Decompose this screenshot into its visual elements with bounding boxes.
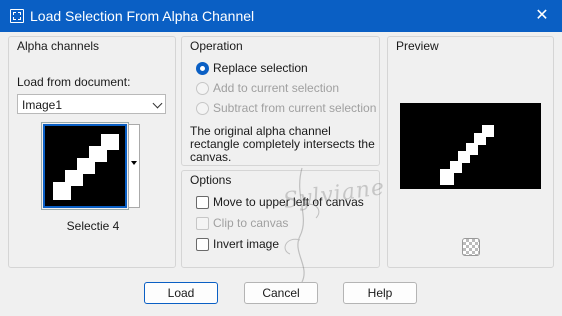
chevron-down-icon xyxy=(152,98,163,109)
operation-group: Operation Replace selection Add to curre… xyxy=(181,36,380,166)
add-to-selection-label: Add to current selection xyxy=(213,81,340,95)
channel-mask-image xyxy=(45,126,125,206)
title-bar: Load Selection From Alpha Channel ✕ xyxy=(0,0,562,32)
radio-button-checked[interactable] xyxy=(196,62,209,75)
checkerboard-icon[interactable] xyxy=(462,238,480,256)
document-dropdown[interactable]: Image1 xyxy=(17,94,166,114)
checkbox xyxy=(196,217,209,230)
load-from-document-label: Load from document: xyxy=(17,75,131,89)
options-title: Options xyxy=(190,173,232,187)
channel-name-caption: Selectie 4 xyxy=(66,219,120,233)
selection-preview xyxy=(400,103,541,189)
document-dropdown-value: Image1 xyxy=(22,98,63,112)
dialog-body: Alpha channels Load from document: Image… xyxy=(0,32,562,316)
preview-title: Preview xyxy=(396,39,439,53)
load-button[interactable]: Load xyxy=(144,282,218,304)
operation-title: Operation xyxy=(190,39,243,53)
checkbox[interactable] xyxy=(196,238,209,251)
preview-mask-image xyxy=(400,103,541,189)
preview-group: Preview xyxy=(387,36,554,268)
checkbox[interactable] xyxy=(196,196,209,209)
replace-selection-label: Replace selection xyxy=(213,61,308,75)
window-title: Load Selection From Alpha Channel xyxy=(30,8,255,24)
help-button[interactable]: Help xyxy=(343,282,417,304)
alpha-channel-thumbnail[interactable] xyxy=(41,122,129,210)
cancel-button[interactable]: Cancel xyxy=(244,282,318,304)
subtract-from-selection-label: Subtract from current selection xyxy=(213,101,377,115)
alpha-channels-group: Alpha channels Load from document: Image… xyxy=(8,36,176,268)
close-button[interactable]: ✕ xyxy=(522,0,562,32)
radio-button xyxy=(196,102,209,115)
selection-icon xyxy=(10,9,24,23)
alpha-channels-title: Alpha channels xyxy=(17,39,100,53)
operation-description: The original alpha channel rectangle com… xyxy=(190,124,375,164)
channel-picker-dropdown[interactable] xyxy=(128,124,140,208)
radio-button xyxy=(196,82,209,95)
